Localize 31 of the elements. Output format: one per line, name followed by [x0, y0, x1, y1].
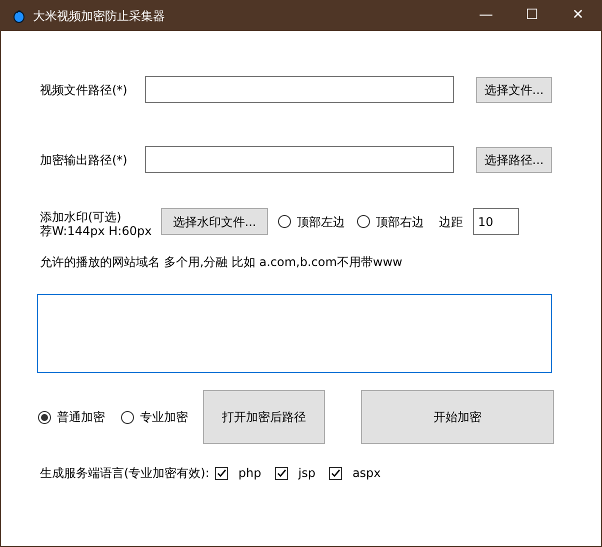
checkmark-icon: [276, 468, 288, 478]
radio-option[interactable]: 顶部左边: [278, 212, 345, 230]
checkbox-option[interactable]: aspx: [329, 464, 381, 482]
size-hint: 荐W:144px H:60px: [40, 224, 153, 238]
language-label: 生成服务端语言(专业加密有效):: [40, 465, 210, 482]
browse-button[interactable]: 选择文件...: [476, 76, 552, 102]
path-field[interactable]: [145, 146, 454, 173]
open-folder-button[interactable]: 打开加密后路径: [203, 390, 325, 444]
radio-option[interactable]: 顶部右边: [357, 212, 424, 230]
window-title: 大米视频加密防止采集器: [33, 8, 165, 24]
app-icon: [13, 8, 25, 22]
checkbox-option[interactable]: php: [215, 464, 262, 482]
radio-option[interactable]: 专业加密: [121, 408, 188, 426]
checkmark-icon: [216, 468, 228, 478]
margin-label: 边距: [439, 214, 463, 230]
checkmark-icon: [330, 468, 342, 478]
checkbox-option[interactable]: jsp: [275, 464, 316, 482]
start-button[interactable]: 开始加密: [361, 390, 554, 444]
watermark-label: 添加水印(可选): [40, 210, 122, 224]
domains-label: 允许的播放的网站域名 多个用,分融 比如 a.com,b.com不用带www: [40, 254, 402, 271]
path-field[interactable]: [145, 76, 454, 103]
domains-field[interactable]: [37, 294, 552, 373]
radio-option[interactable]: 普通加密: [38, 408, 105, 426]
close-button[interactable]: ✕: [555, 0, 601, 31]
margin-field[interactable]: 10: [473, 208, 519, 235]
browse-button[interactable]: 选择路径...: [476, 146, 552, 172]
maximize-button[interactable]: ☐: [509, 0, 555, 31]
field-label: 视频文件路径(*): [40, 82, 128, 98]
field-label: 加密输出路径(*): [40, 152, 128, 168]
minimize-button[interactable]: —: [463, 0, 509, 31]
watermark-button[interactable]: 选择水印文件...: [161, 208, 268, 235]
